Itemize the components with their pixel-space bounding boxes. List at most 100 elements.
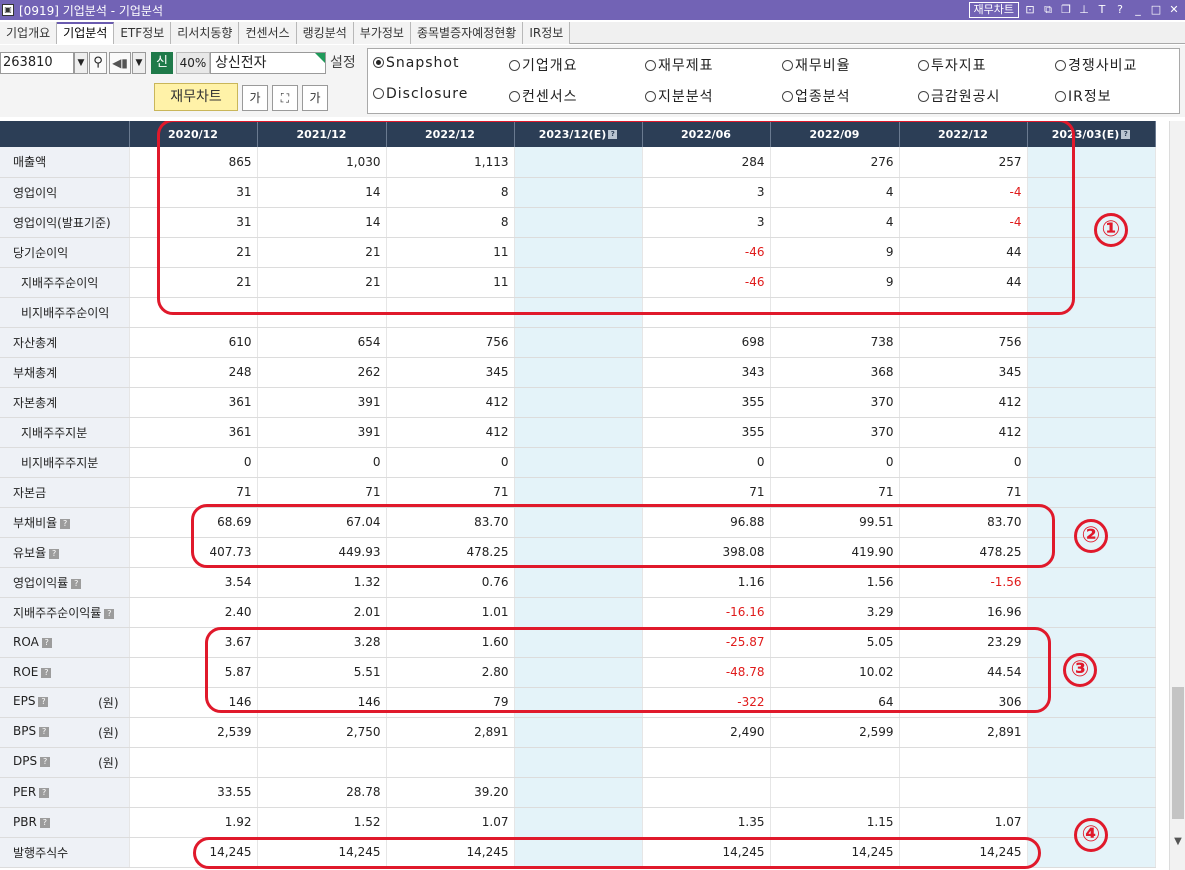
radio-button-icon[interactable]: [782, 91, 793, 102]
tab-7[interactable]: 종목별증자예정현황: [410, 22, 524, 44]
help-icon[interactable]: ?: [71, 578, 82, 589]
table-cell: 412: [899, 417, 1028, 448]
column-header[interactable]: 2022/06: [642, 121, 771, 147]
column-header[interactable]: 2022/12: [386, 121, 515, 147]
table-row: 당기순이익 21 21 11 -46 9 44: [0, 237, 1156, 268]
tab-8[interactable]: IR정보: [523, 22, 571, 44]
row-label-text: 발행주식수: [13, 845, 69, 860]
column-header[interactable]: 2022/12: [899, 121, 1028, 147]
search-icon[interactable]: ⚲: [89, 52, 107, 74]
pin-icon[interactable]: ⊥: [1077, 3, 1091, 17]
tab-6[interactable]: 부가정보: [353, 22, 411, 44]
tab-2[interactable]: ETF정보: [114, 22, 172, 44]
help-icon[interactable]: ?: [60, 518, 71, 529]
table-cell: 71: [386, 477, 515, 508]
help-icon[interactable]: ?: [39, 726, 50, 737]
scrollbar-thumb[interactable]: [1172, 687, 1184, 819]
speaker-icon[interactable]: ◀▮: [109, 52, 131, 74]
radio-option-5[interactable]: 경쟁사비교: [1055, 55, 1137, 75]
column-header[interactable]: 2020/12: [129, 121, 258, 147]
stock-name-field[interactable]: 상신전자: [210, 52, 326, 74]
radio-button-icon[interactable]: [645, 60, 656, 71]
chevron-down-icon[interactable]: ▼: [132, 52, 146, 74]
column-header-label: 2023/12(E): [538, 127, 607, 141]
help-icon[interactable]: ?: [40, 756, 51, 767]
help-icon[interactable]: ?: [38, 696, 49, 707]
chevron-down-icon[interactable]: ▼: [74, 52, 88, 74]
table-cell: 44: [899, 267, 1028, 298]
help-icon[interactable]: ?: [39, 788, 50, 798]
radio-option-4[interactable]: 투자지표: [918, 55, 987, 75]
vertical-scrollbar[interactable]: ▼: [1169, 121, 1185, 870]
radio-option-0[interactable]: Snapshot: [373, 55, 459, 71]
help-icon[interactable]: ?: [49, 548, 60, 559]
help-icon[interactable]: ?: [104, 608, 115, 619]
tab-5[interactable]: 랭킹분석: [296, 22, 354, 44]
column-header[interactable]: 2023/12(E)?: [514, 121, 643, 147]
table-cell: 865: [129, 147, 258, 178]
table-cell: 11: [386, 267, 515, 298]
help-icon[interactable]: ?: [1113, 3, 1127, 17]
table-cell: 39.20: [386, 777, 515, 808]
radio-button-icon[interactable]: [373, 88, 384, 99]
radio-option-10[interactable]: 금감원공시: [918, 86, 1000, 106]
column-header[interactable]: 2021/12: [257, 121, 387, 147]
font-icon[interactable]: T: [1095, 3, 1109, 17]
stock-code-input[interactable]: 263810: [0, 52, 74, 74]
tab-3[interactable]: 리서치동향: [171, 22, 240, 44]
column-header[interactable]: 2022/09: [770, 121, 900, 147]
radio-button-icon[interactable]: [782, 60, 793, 71]
table-row: 부채총계 248 262 345 343 368 345: [0, 357, 1156, 388]
restore-icon[interactable]: ⧉: [1041, 3, 1055, 17]
tab-0[interactable]: 기업개요: [0, 22, 58, 44]
radio-button-icon[interactable]: [645, 91, 656, 102]
help-icon[interactable]: ?: [1121, 129, 1131, 139]
radio-option-8[interactable]: 지분분석: [645, 86, 714, 106]
font-large-label: 가: [309, 91, 321, 105]
radio-option-11[interactable]: IR정보: [1055, 86, 1112, 106]
row-label: 자본총계: [0, 387, 130, 418]
help-icon[interactable]: ?: [41, 668, 52, 678]
radio-button-icon[interactable]: [1055, 60, 1066, 71]
scroll-down-icon[interactable]: ▼: [1170, 836, 1185, 850]
maximize-icon[interactable]: □: [1149, 3, 1163, 17]
minimize-icon[interactable]: _: [1131, 3, 1145, 17]
table-cell: 8: [386, 207, 515, 238]
column-header[interactable]: 2023/03(E)?: [1027, 121, 1156, 147]
radio-button-icon[interactable]: [918, 60, 929, 71]
tab-1[interactable]: 기업분석: [57, 22, 115, 44]
table-cell: 4: [770, 207, 900, 238]
help-icon[interactable]: ?: [608, 129, 618, 139]
radio-button-icon[interactable]: [509, 60, 520, 71]
help-icon[interactable]: ?: [41, 638, 52, 648]
radio-option-9[interactable]: 업종분석: [782, 86, 851, 106]
table-cell: 71: [899, 477, 1028, 508]
settings-link[interactable]: 설정: [330, 52, 356, 74]
radio-option-3[interactable]: 재무비율: [782, 55, 851, 75]
close-icon[interactable]: ✕: [1167, 3, 1181, 17]
chart-icon[interactable]: ⊡: [1023, 3, 1037, 17]
radio-option-2[interactable]: 재무제표: [645, 55, 714, 75]
radio-option-1[interactable]: 기업개요: [509, 55, 578, 75]
fit-screen-icon[interactable]: ⛶: [272, 85, 298, 111]
title-chart-button[interactable]: 재무차트: [968, 2, 1019, 18]
font-decrease-button[interactable]: 가: [242, 85, 268, 111]
radio-button-icon[interactable]: [1055, 91, 1066, 102]
table-cell: [1027, 597, 1156, 628]
font-increase-button[interactable]: 가: [302, 85, 328, 111]
table-cell: 14,245: [129, 837, 258, 868]
row-label-text: 자본총계: [13, 395, 58, 410]
radio-button-icon[interactable]: [918, 91, 929, 102]
help-icon[interactable]: ?: [39, 818, 50, 828]
table-cell: 31: [129, 207, 258, 238]
financial-chart-button[interactable]: 재무차트: [154, 83, 238, 111]
table-cell: 5.87: [129, 657, 258, 688]
radio-option-7[interactable]: 컨센서스: [509, 86, 578, 106]
radio-button-icon[interactable]: [509, 91, 520, 102]
radio-option-6[interactable]: Disclosure: [373, 86, 468, 102]
tab-4[interactable]: 컨센서스: [239, 22, 297, 44]
table-cell: 306: [899, 687, 1028, 718]
radio-button-icon[interactable]: [373, 57, 384, 68]
copy-icon[interactable]: ❐: [1059, 3, 1073, 17]
table-row: ROA? 3.67 3.28 1.60 -25.87 5.05 23.29: [0, 627, 1156, 658]
